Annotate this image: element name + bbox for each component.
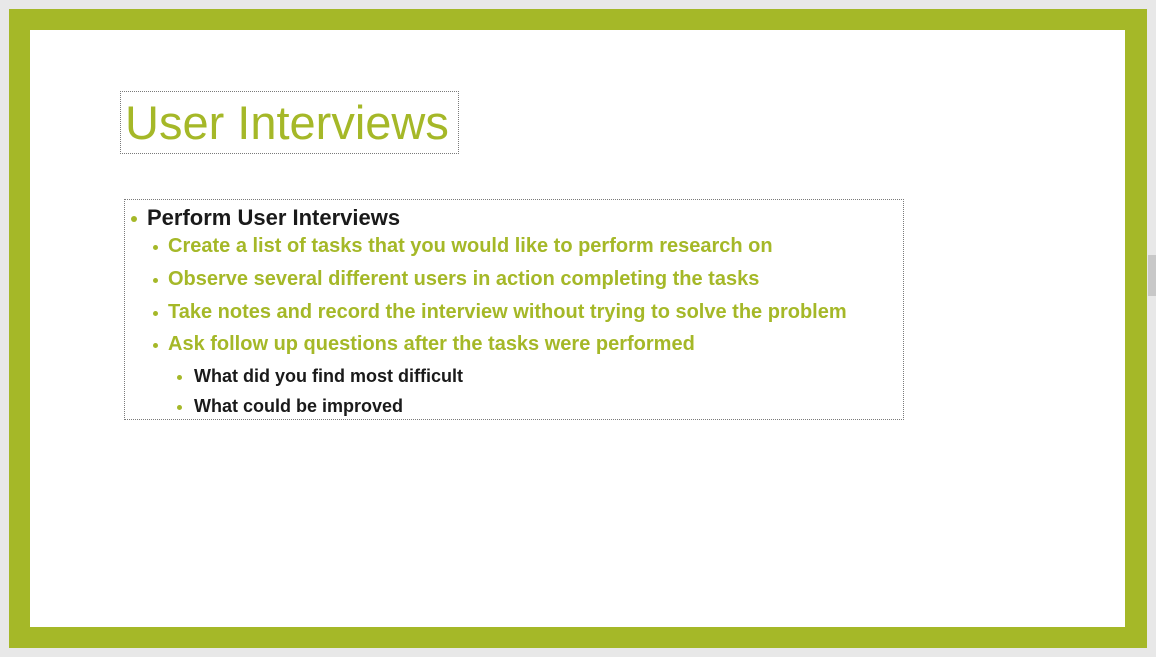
content-placeholder[interactable]: Perform User Interviews Create a list of…: [124, 199, 904, 420]
scrollbar-thumb[interactable]: [1148, 255, 1156, 296]
bullet-dot-icon: [153, 343, 158, 348]
slide-border: User Interviews Perform User Interviews …: [9, 9, 1147, 648]
bullet-level1[interactable]: Perform User Interviews: [147, 205, 400, 231]
slide: User Interviews Perform User Interviews …: [30, 30, 1125, 627]
bullet-level2-item[interactable]: Observe several different users in actio…: [168, 267, 759, 291]
bullet-dot-icon: [131, 216, 137, 222]
bullet-dot-icon: [153, 278, 158, 283]
bullet-dot-icon: [177, 375, 182, 380]
bullet-level2-item[interactable]: Ask follow up questions after the tasks …: [168, 332, 695, 356]
bullet-dot-icon: [177, 405, 182, 410]
title-placeholder[interactable]: User Interviews: [120, 91, 459, 154]
bullet-level2-item[interactable]: Create a list of tasks that you would li…: [168, 234, 773, 258]
bullet-dot-icon: [153, 311, 158, 316]
presentation-viewport: User Interviews Perform User Interviews …: [0, 0, 1156, 657]
bullet-level3-item[interactable]: What did you find most difficult: [194, 365, 463, 387]
slide-title[interactable]: User Interviews: [125, 94, 449, 152]
bullet-level3-item[interactable]: What could be improved: [194, 395, 403, 417]
bullet-level2-item[interactable]: Take notes and record the interview with…: [168, 300, 847, 324]
bullet-dot-icon: [153, 245, 158, 250]
